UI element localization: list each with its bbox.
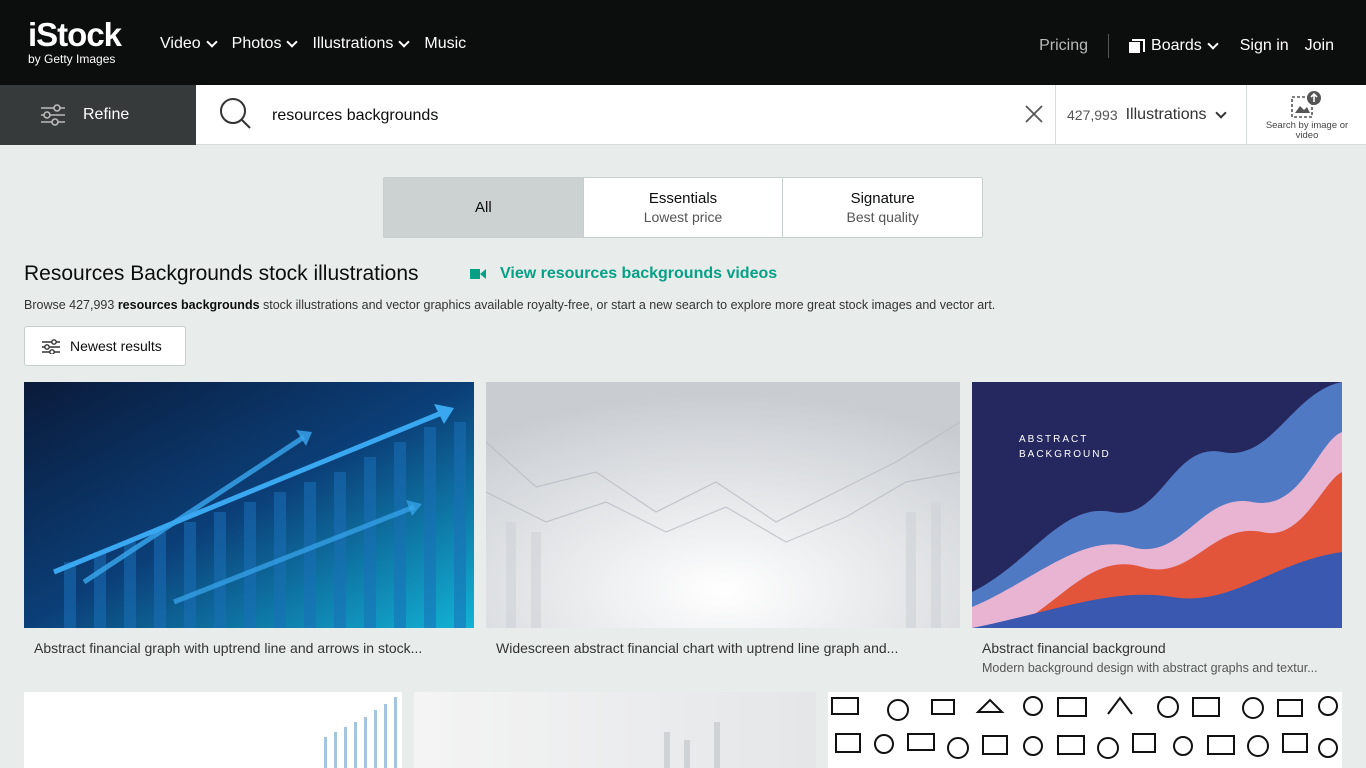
desc-suffix: stock illustrations and vector graphics … bbox=[259, 298, 996, 312]
nav-music-label: Music bbox=[424, 35, 467, 52]
result-subcaption: Modern background design with abstract g… bbox=[982, 661, 1318, 675]
nav-photos-label: Photos bbox=[231, 35, 282, 52]
tab-signature-title: Signature bbox=[850, 190, 915, 207]
sliders-icon bbox=[41, 104, 65, 126]
tab-all[interactable]: All bbox=[384, 178, 584, 237]
result-caption[interactable]: Abstract financial graph with uptrend li… bbox=[34, 640, 464, 656]
desc-prefix: Browse 427,993 bbox=[24, 298, 118, 312]
result-thumbnail[interactable] bbox=[486, 382, 960, 628]
join-link[interactable]: Join bbox=[1305, 37, 1334, 55]
thumbnail-overlay-text: BACKGROUND bbox=[1019, 449, 1111, 460]
istock-logo[interactable]: iStock by Getty Images bbox=[28, 18, 138, 68]
media-type-label: Illustrations bbox=[1125, 106, 1207, 123]
image-upload-icon bbox=[1291, 91, 1321, 118]
view-videos-label: View resources backgrounds videos bbox=[500, 265, 778, 282]
result-caption[interactable]: Widescreen abstract financial chart with… bbox=[496, 640, 940, 656]
refine-button[interactable]: Refine bbox=[0, 85, 196, 145]
search-by-image-label: Search by image or video bbox=[1265, 120, 1349, 141]
nav-photos[interactable]: Photos bbox=[231, 34, 299, 54]
result-card[interactable] bbox=[414, 692, 816, 768]
logo-wordmark: iStock bbox=[28, 16, 122, 53]
result-card[interactable]: Widescreen abstract financial chart with… bbox=[486, 382, 960, 682]
search-icon bbox=[220, 98, 251, 129]
result-thumbnail[interactable] bbox=[414, 692, 816, 768]
results-description: Browse 427,993 resources backgrounds sto… bbox=[24, 298, 1344, 312]
view-videos-link[interactable]: View resources backgrounds videos bbox=[470, 265, 777, 283]
main-nav: Video Photos Illustrations Music bbox=[160, 34, 482, 54]
result-card[interactable] bbox=[828, 692, 1342, 768]
nav-video-label: Video bbox=[160, 35, 201, 52]
chevron-down-icon bbox=[1214, 107, 1227, 119]
media-type-select[interactable]: 427,993 Illustrations bbox=[1055, 85, 1246, 145]
tab-essentials-title: Essentials bbox=[648, 190, 718, 207]
boards-label: Boards bbox=[1151, 37, 1202, 54]
close-icon[interactable] bbox=[1024, 104, 1044, 124]
result-count: 427,993 bbox=[1067, 107, 1118, 123]
video-camera-icon bbox=[470, 269, 486, 279]
desc-query: resources backgrounds bbox=[117, 298, 260, 312]
sign-in-link[interactable]: Sign in bbox=[1240, 37, 1289, 55]
search-bar: Refine 427,993 Illustrations Search by i… bbox=[0, 85, 1366, 145]
chevron-down-icon bbox=[398, 35, 411, 48]
nav-music[interactable]: Music bbox=[424, 34, 466, 54]
tab-signature-subtitle: Best quality bbox=[846, 209, 919, 225]
chevron-down-icon bbox=[205, 35, 218, 48]
boards-icon bbox=[1129, 39, 1146, 53]
boards-menu[interactable]: Boards bbox=[1129, 37, 1219, 55]
nav-video[interactable]: Video bbox=[160, 34, 218, 54]
tab-essentials[interactable]: Essentials Lowest price bbox=[584, 178, 784, 237]
chevron-down-icon bbox=[1207, 37, 1219, 50]
sort-label: Newest results bbox=[70, 338, 162, 354]
nav-illustrations[interactable]: Illustrations bbox=[312, 34, 411, 54]
top-navigation-bar: iStock by Getty Images Video Photos Illu… bbox=[0, 0, 1366, 85]
search-input[interactable] bbox=[272, 103, 992, 129]
pricing-link[interactable]: Pricing bbox=[1039, 37, 1088, 55]
logo-byline: by Getty Images bbox=[28, 52, 116, 66]
result-card[interactable]: ABSTRACT BACKGROUND Abstract financial b… bbox=[972, 382, 1342, 682]
result-caption[interactable]: Abstract financial background bbox=[982, 640, 1332, 656]
result-thumbnail[interactable] bbox=[24, 692, 402, 768]
nav-illustrations-label: Illustrations bbox=[312, 35, 394, 52]
search-by-image-button[interactable]: Search by image or video bbox=[1246, 85, 1366, 145]
collection-tabs: All Essentials Lowest price Signature Be… bbox=[383, 177, 983, 238]
refine-label: Refine bbox=[83, 106, 130, 123]
chevron-down-icon bbox=[286, 35, 299, 48]
tab-essentials-subtitle: Lowest price bbox=[643, 209, 723, 225]
result-thumbnail[interactable]: ABSTRACT BACKGROUND bbox=[972, 382, 1342, 628]
tab-all-title: All bbox=[475, 199, 492, 216]
thumbnail-overlay-text: ABSTRACT bbox=[1019, 434, 1088, 445]
sliders-icon bbox=[42, 338, 60, 354]
result-card[interactable]: Abstract financial graph with uptrend li… bbox=[24, 382, 474, 682]
result-thumbnail[interactable] bbox=[24, 382, 474, 628]
result-thumbnail[interactable] bbox=[828, 692, 1342, 768]
sort-dropdown[interactable]: Newest results bbox=[24, 326, 186, 366]
account-nav: Pricing Boards Sign in Join bbox=[1039, 34, 1334, 58]
page-title: Resources Backgrounds stock illustration… bbox=[24, 262, 419, 285]
result-card[interactable] bbox=[24, 692, 402, 768]
nav-divider bbox=[1108, 34, 1110, 58]
tab-signature[interactable]: Signature Best quality bbox=[783, 178, 982, 237]
